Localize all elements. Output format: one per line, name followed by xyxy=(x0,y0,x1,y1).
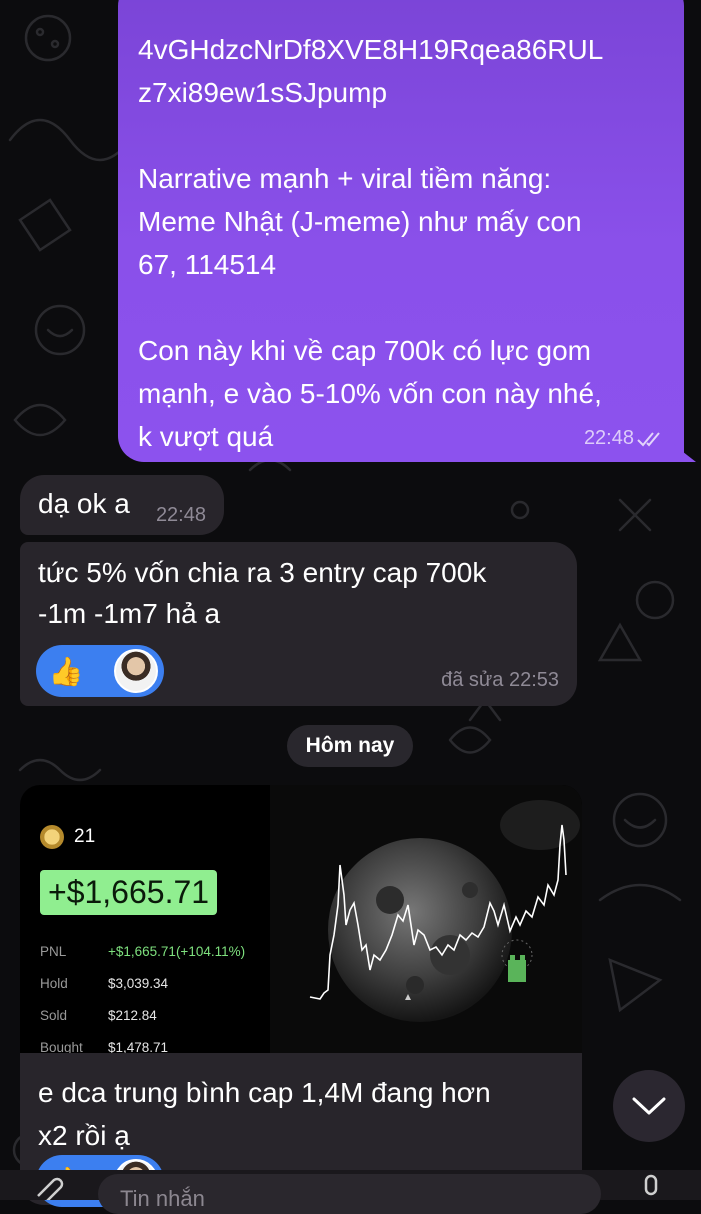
stat-label: Bought xyxy=(40,1039,83,1054)
attach-icon[interactable] xyxy=(30,1174,64,1200)
incoming-message-text: tức 5% vốn chia ra 3 entry cap 700k -1m … xyxy=(38,557,487,629)
outgoing-message-time: 22:48 xyxy=(583,427,634,449)
pnl-stats: PNL +$1,665.71(+104.11%) Hold $3,039.34 … xyxy=(40,935,245,1054)
gain-badge: +$1,665.71 xyxy=(40,870,218,915)
outgoing-message-meta: 22:48 xyxy=(584,427,666,450)
rank-number: 21 xyxy=(74,826,96,847)
rank-label: 21 xyxy=(40,825,95,849)
stat-row-hold: Hold $3,039.34 xyxy=(40,967,245,999)
stat-value: +$1,665.71(+104.11%) xyxy=(108,943,246,959)
date-separator: Hôm nay xyxy=(287,725,413,767)
stat-label: PNL xyxy=(40,943,67,959)
chevron-down-icon xyxy=(632,1097,666,1115)
stat-value: $3,039.34 xyxy=(108,975,169,991)
medal-icon xyxy=(40,825,64,849)
pnl-card-image[interactable]: 21 +$1,665.71 PNL +$1,665.71(+104.11%) H… xyxy=(20,785,582,1053)
outgoing-message-bubble[interactable]: 4vGHdzcNrDf8XVE8H19Rqea86RUL z7xi89ew1sS… xyxy=(118,0,696,462)
stat-row-sold: Sold $212.84 xyxy=(40,999,245,1031)
incoming-message-time: 22:48 xyxy=(155,504,206,526)
incoming-message-bubble[interactable]: tức 5% vốn chia ra 3 entry cap 700k -1m … xyxy=(20,542,577,706)
outgoing-message-text: 4vGHdzcNrDf8XVE8H19Rqea86RUL z7xi89ew1sS… xyxy=(138,34,604,452)
incoming-message-text: dạ ok a xyxy=(38,488,130,519)
stat-label: Hold xyxy=(40,975,68,991)
stat-row-pnl: PNL +$1,665.71(+104.11%) xyxy=(40,935,245,967)
stat-value: $1,478.71 xyxy=(108,1039,169,1054)
stat-value: $212.84 xyxy=(108,1007,157,1023)
stat-row-bought: Bought $1,478.71 xyxy=(40,1031,245,1054)
double-check-icon xyxy=(637,431,660,446)
reaction-chip[interactable]: 👍 xyxy=(36,645,164,697)
scroll-down-button[interactable] xyxy=(613,1070,685,1142)
microphone-icon[interactable] xyxy=(636,1174,666,1200)
incoming-message-text: e dca trung bình cap 1,4M đang hơn x2 rồ… xyxy=(38,1077,491,1151)
stat-label: Sold xyxy=(40,1007,68,1023)
thumbs-up-icon: 👍 xyxy=(48,655,84,687)
message-input[interactable]: Tin nhắn xyxy=(98,1174,601,1214)
composer-bar: Tin nhắn xyxy=(0,1170,701,1214)
avatar xyxy=(114,649,158,693)
incoming-photo-message[interactable]: 21 +$1,665.71 PNL +$1,665.71(+104.11%) H… xyxy=(20,785,582,1207)
edited-time: đã sửa 22:53 xyxy=(441,669,559,691)
incoming-message-bubble[interactable]: dạ ok a 22:48 xyxy=(20,475,224,535)
